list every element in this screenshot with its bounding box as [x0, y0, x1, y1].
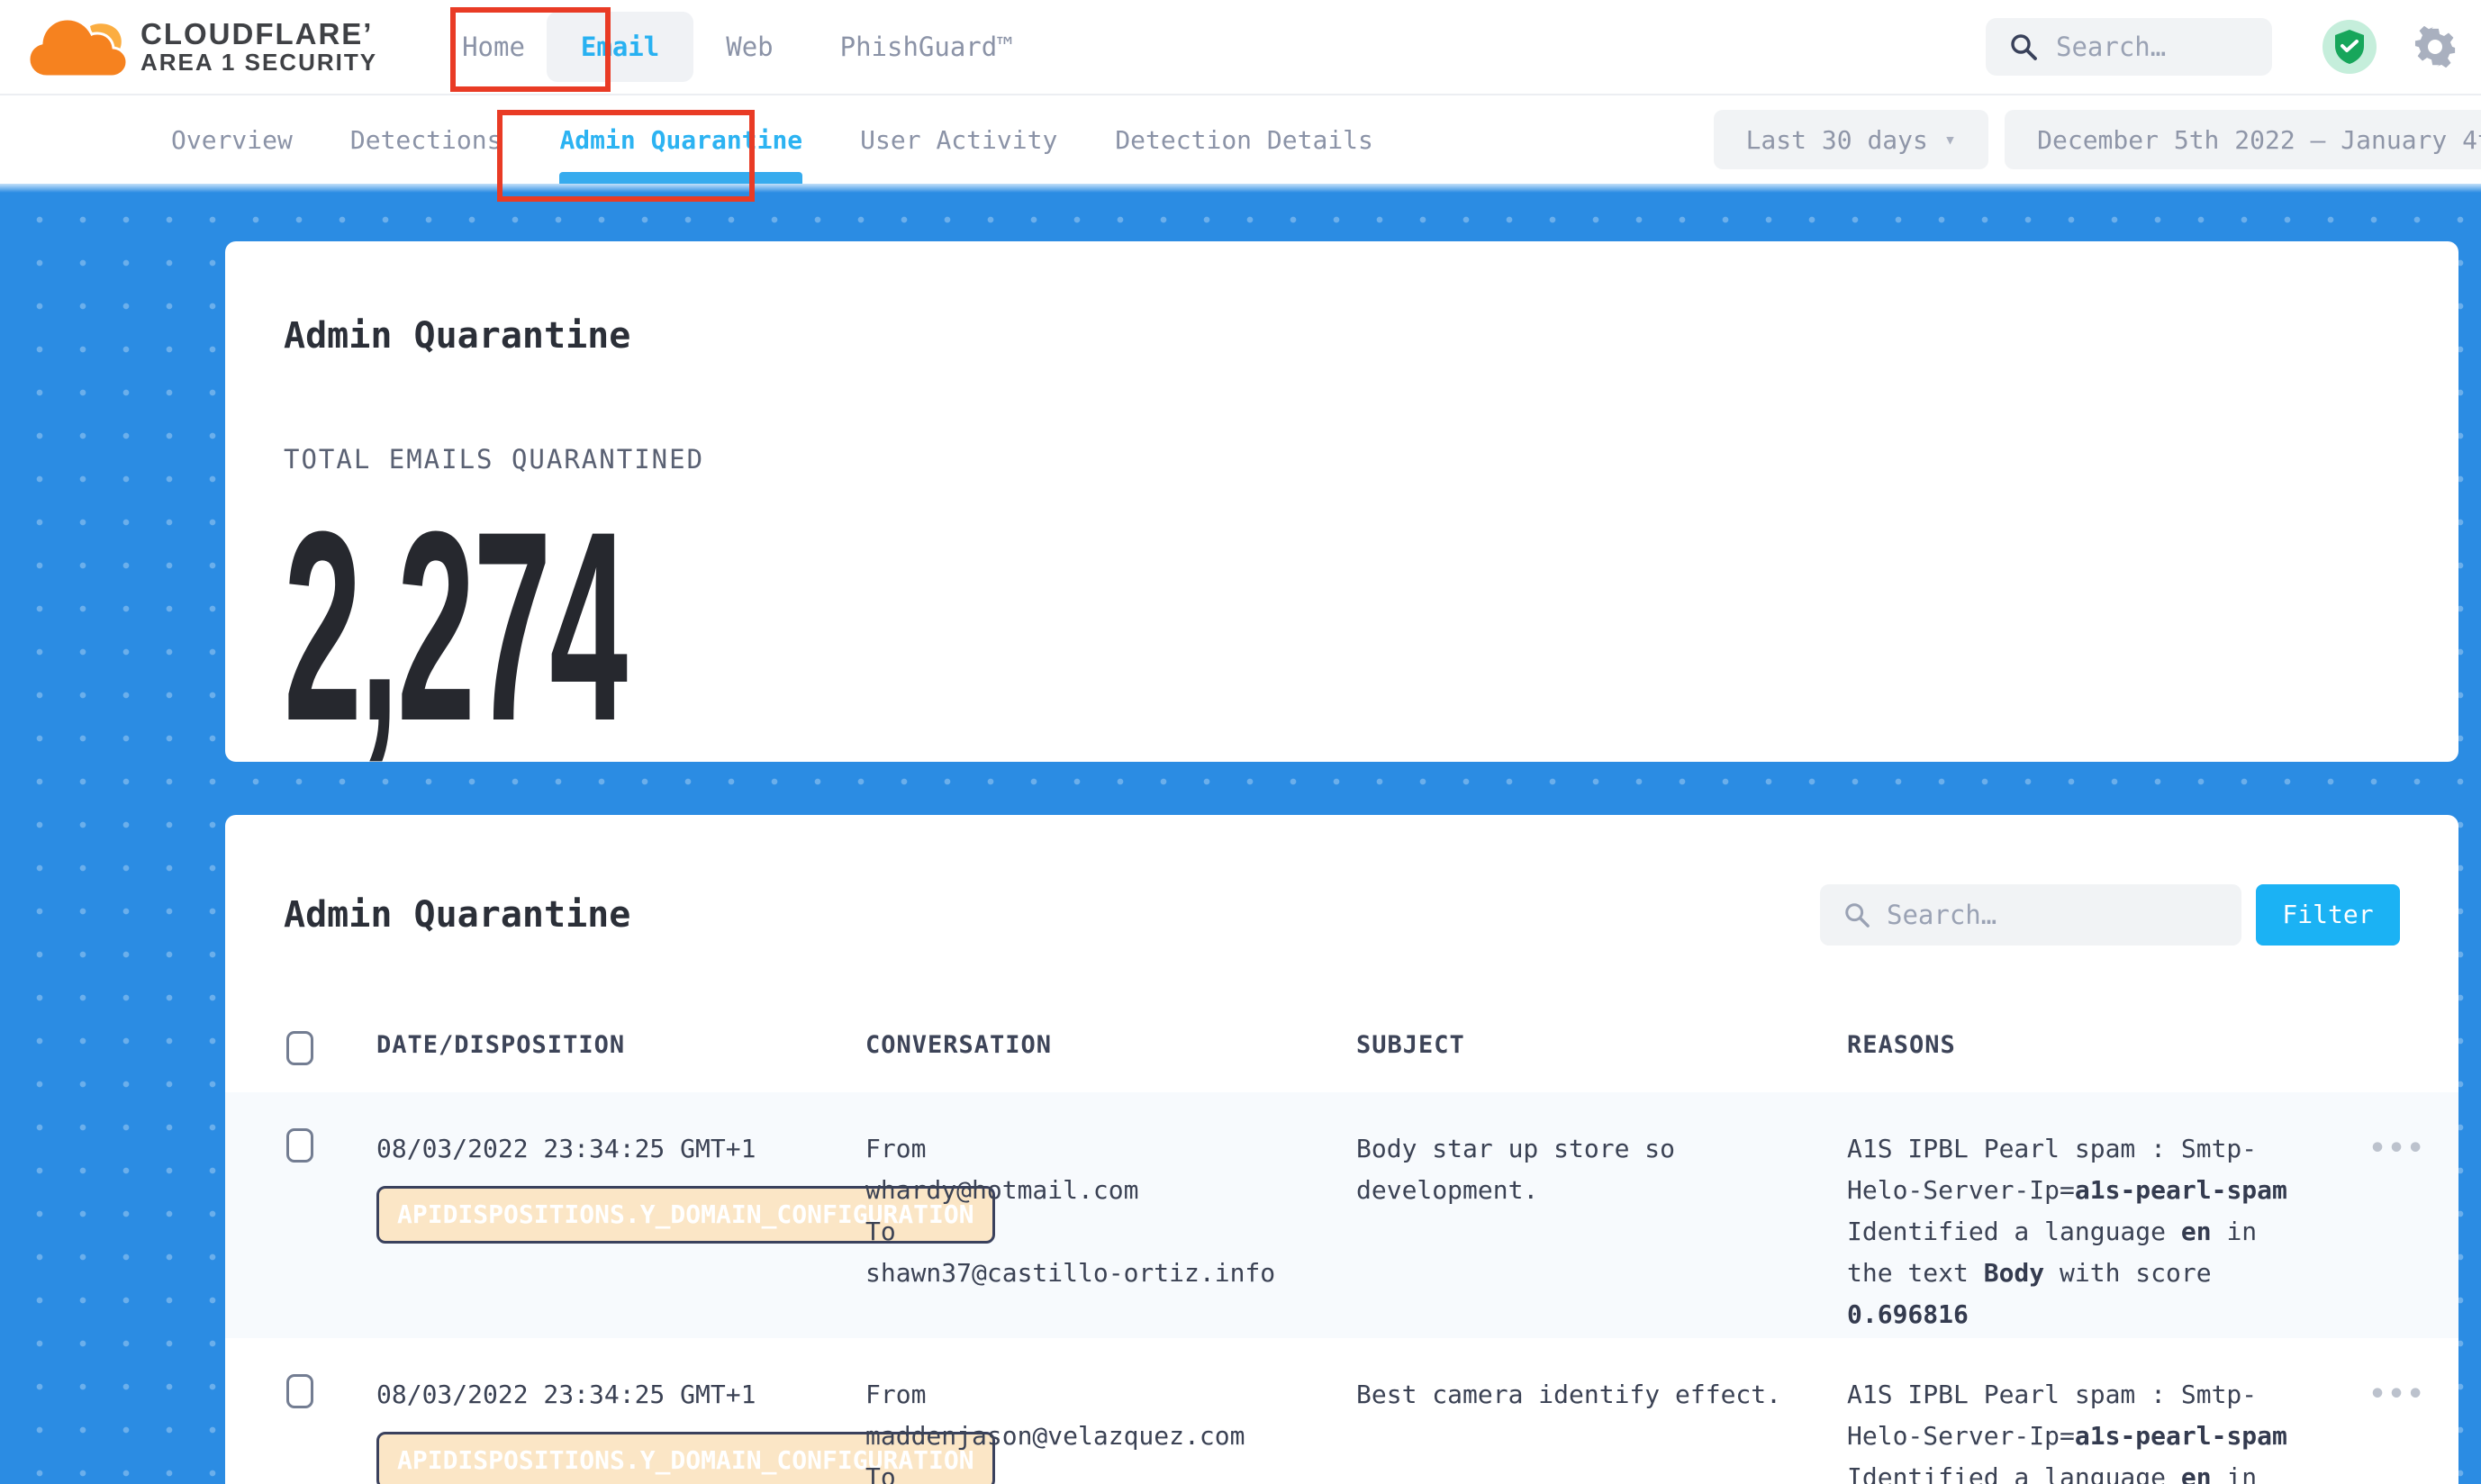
tab-detection-details[interactable]: Detection Details [1115, 95, 1373, 184]
date-range-display[interactable]: December 5th 2022 — January 4th 2023 [2005, 110, 2481, 169]
col-subject: SUBJECT [1356, 1031, 1847, 1065]
cloudflare-logo: CLOUDFLARE’ AREA 1 SECURITY [27, 14, 377, 80]
table-search-input[interactable]: Search… [1820, 884, 2241, 946]
date-range-label: December 5th 2022 — January 4th 2023 [2037, 125, 2481, 155]
from-label: From [865, 1374, 1324, 1416]
nav-item-phishguard[interactable]: PhishGuard™ [835, 32, 1019, 62]
row-subject: Body star up store so development. [1356, 1128, 1847, 1338]
cloudflare-cloud-icon [27, 14, 128, 80]
quarantine-table-card: Admin Quarantine Search… Filter DATE/DIS… [225, 815, 2458, 1484]
table-search-placeholder: Search… [1887, 900, 1997, 930]
to-label: To [865, 1457, 1324, 1484]
summary-card: Admin Quarantine TOTAL EMAILS QUARANTINE… [225, 241, 2458, 762]
table-header-row: DATE/DISPOSITION CONVERSATION SUBJECT RE… [225, 1004, 2458, 1092]
col-date-disposition: DATE/DISPOSITION [376, 1031, 865, 1065]
reason-segment: with score [2044, 1258, 2211, 1288]
range-selector-label: Last 30 days [1746, 125, 1928, 155]
tab-admin-quarantine[interactable]: Admin Quarantine [559, 95, 802, 184]
row-more-icon[interactable]: ••• [2369, 1133, 2426, 1164]
brand-subname: AREA 1 SECURITY [140, 50, 377, 75]
reason-segment: Identified a language [1847, 1217, 2181, 1246]
table-row: 08/03/2022 23:34:25 GMT+1 APIDISPOSITION… [225, 1092, 2458, 1338]
row-more-icon[interactable]: ••• [2369, 1379, 2426, 1410]
tab-user-activity[interactable]: User Activity [860, 95, 1057, 184]
nav-item-home[interactable]: Home [457, 32, 530, 62]
reason-segment: en [2181, 1217, 2212, 1246]
search-icon [1843, 901, 1870, 928]
tab-overview[interactable]: Overview [171, 95, 293, 184]
main-content: Admin Quarantine TOTAL EMAILS QUARANTINE… [0, 184, 2481, 1484]
table-row: 08/03/2022 23:34:25 GMT+1 APIDISPOSITION… [225, 1338, 2458, 1484]
brand-name: CLOUDFLARE’ [140, 19, 377, 50]
col-reasons: REASONS [1847, 1031, 2353, 1065]
row-date: 08/03/2022 23:34:25 GMT+1 [376, 1128, 829, 1170]
chevron-down-icon: ▾ [1944, 129, 1956, 151]
reason-segment: a1s-pearl-spam [2075, 1175, 2287, 1205]
reason-segment: a1s-pearl-spam [2075, 1421, 2287, 1451]
row-conversation: From whardy@hotmail.com To shawn37@casti… [865, 1128, 1356, 1338]
primary-nav: Home Email Web PhishGuard™ [457, 12, 1019, 82]
quarantine-table: DATE/DISPOSITION CONVERSATION SUBJECT RE… [225, 1004, 2458, 1484]
reason-segment: 0.696816 [1847, 1299, 1969, 1329]
row-subject: Best camera identify effect. [1356, 1374, 1847, 1484]
to-label: To [865, 1211, 1324, 1253]
section-tabbar: Overview Detections Admin Quarantine Use… [0, 95, 2481, 184]
global-search-placeholder: Search… [2056, 32, 2166, 62]
summary-card-title: Admin Quarantine [284, 311, 2400, 361]
global-search-input[interactable]: Search… [1986, 18, 2272, 76]
row-checkbox[interactable] [286, 1374, 313, 1408]
row-checkbox[interactable] [286, 1128, 313, 1163]
protection-status-badge[interactable] [2323, 20, 2377, 74]
to-email[interactable]: shawn37@castillo-ortiz.info [865, 1253, 1324, 1294]
nav-item-web[interactable]: Web [720, 32, 778, 62]
row-conversation: From maddenjason@velazquez.com To bradle… [865, 1374, 1356, 1484]
nav-item-email[interactable]: Email [547, 12, 693, 82]
row-reasons: A1S IPBL Pearl spam : Smtp-Helo-Server-I… [1847, 1128, 2353, 1338]
shield-check-icon [2332, 29, 2367, 65]
top-navbar: CLOUDFLARE’ AREA 1 SECURITY Home Email W… [0, 0, 2481, 95]
settings-gear-icon[interactable] [2414, 26, 2456, 68]
metric-value: 2,274 [284, 491, 1384, 761]
tab-detections[interactable]: Detections [350, 95, 503, 184]
filter-button[interactable]: Filter [2256, 884, 2400, 946]
row-date: 08/03/2022 23:34:25 GMT+1 [376, 1374, 829, 1416]
select-all-checkbox[interactable] [286, 1031, 313, 1065]
range-selector-dropdown[interactable]: Last 30 days ▾ [1714, 110, 1989, 169]
metric-label: TOTAL EMAILS QUARANTINED [284, 444, 2400, 475]
col-conversation: CONVERSATION [865, 1031, 1356, 1065]
reason-segment: Body [1984, 1258, 2044, 1288]
search-icon [2009, 32, 2038, 61]
row-reasons: A1S IPBL Pearl spam : Smtp-Helo-Server-I… [1847, 1374, 2353, 1484]
reason-segment: Identified a language [1847, 1462, 2181, 1484]
from-email[interactable]: whardy@hotmail.com [865, 1170, 1324, 1211]
table-card-title: Admin Quarantine [284, 890, 630, 940]
from-label: From [865, 1128, 1324, 1170]
reason-segment: en [2181, 1462, 2212, 1484]
from-email[interactable]: maddenjason@velazquez.com [865, 1416, 1324, 1457]
